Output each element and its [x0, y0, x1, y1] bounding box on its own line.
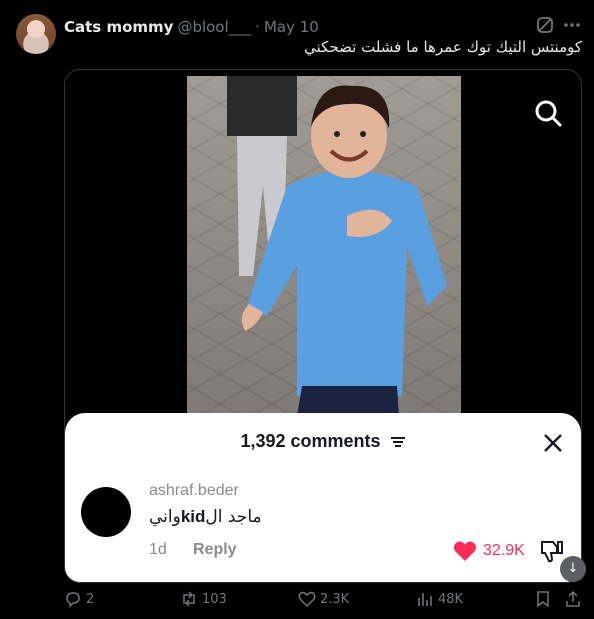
comment-text-latin: kid: [180, 507, 206, 526]
tweet-header: Cats mommy @blool___ · May 10: [64, 17, 319, 37]
author-name[interactable]: Cats mommy: [64, 18, 173, 36]
media-frame[interactable]: 1,392 comments ashraf.beder ماجد الkidوا…: [64, 69, 582, 583]
reply-button[interactable]: Reply: [193, 541, 237, 559]
bookmark-action[interactable]: [534, 590, 556, 608]
like-icon: [298, 591, 316, 608]
download-icon[interactable]: ↓: [560, 556, 586, 582]
comments-sheet: 1,392 comments ashraf.beder ماجد الkidوا…: [65, 413, 581, 582]
comments-count-header[interactable]: 1,392 comments: [65, 431, 581, 452]
tweet-actions: 2 103 2.3K 48K: [0, 590, 594, 612]
author-handle[interactable]: @blool___: [177, 18, 251, 36]
bookmark-icon: [537, 591, 549, 608]
commenter-avatar[interactable]: [81, 487, 131, 537]
kid-in-blue-shirt: [241, 85, 447, 416]
share-action[interactable]: [564, 590, 586, 608]
repost-action[interactable]: 103: [180, 590, 227, 608]
views-action[interactable]: 48K: [416, 590, 463, 608]
views-icon: [418, 593, 432, 606]
close-icon[interactable]: [543, 433, 563, 453]
tweet-text: كومنتس التيك توك عمرها ما فشلت تضحكني: [304, 38, 582, 56]
more-icon[interactable]: [562, 15, 582, 35]
tweet-date[interactable]: May 10: [264, 18, 319, 36]
comment-age: 1d: [149, 541, 167, 558]
heart-icon[interactable]: [453, 540, 477, 562]
comments-count: 1,392 comments: [240, 431, 381, 451]
reply-count: 2: [86, 591, 95, 607]
share-icon: [566, 590, 580, 607]
dislike-icon[interactable]: [539, 539, 565, 563]
repost-icon: [183, 591, 195, 607]
grok-icon[interactable]: [535, 15, 555, 35]
reply-icon: [66, 592, 80, 608]
search-icon[interactable]: [533, 98, 563, 128]
like-action[interactable]: 2.3K: [298, 590, 349, 608]
like-count: 2.3K: [320, 591, 350, 607]
comment-text: ماجد الkidواني: [149, 507, 262, 527]
comment-text-after: واني: [149, 507, 181, 527]
video-thumbnail[interactable]: [187, 76, 461, 416]
filter-icon[interactable]: [390, 436, 406, 448]
comment-like-count: 32.9K: [483, 542, 525, 559]
reply-action[interactable]: 2: [64, 590, 94, 608]
views-count: 48K: [438, 591, 464, 607]
commenter-username[interactable]: ashraf.beder: [149, 482, 239, 500]
separator-dot: ·: [255, 18, 260, 36]
repost-count: 103: [202, 591, 227, 607]
comment-text-before: ماجد ال: [205, 507, 262, 527]
author-avatar[interactable]: [16, 14, 56, 54]
